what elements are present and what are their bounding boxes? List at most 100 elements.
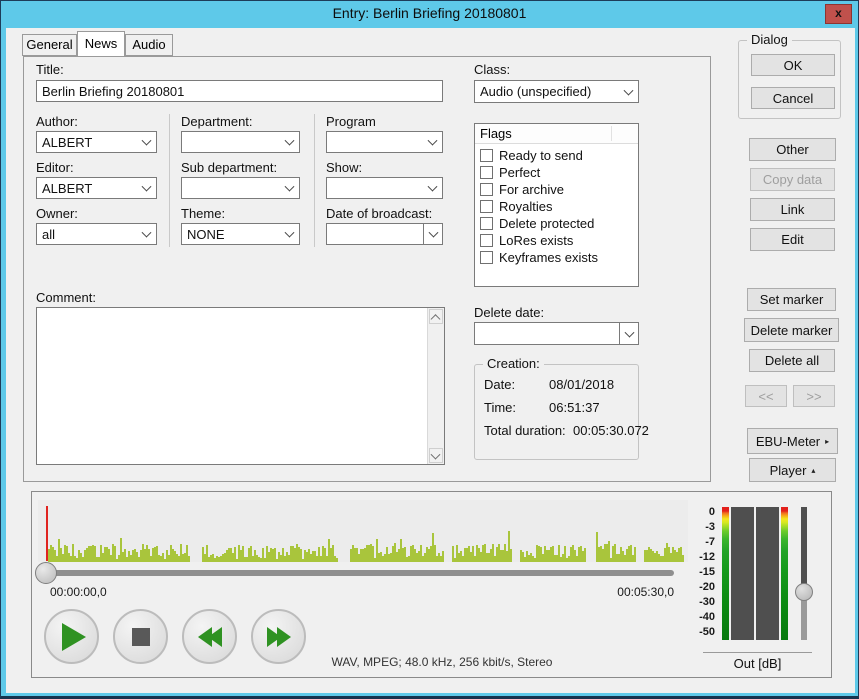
owner-select[interactable]: all: [36, 223, 157, 245]
chevron-down-icon: [142, 182, 152, 192]
tab-audio-label: Audio: [132, 37, 165, 52]
scroll-up-button[interactable]: [429, 309, 443, 324]
flag-checkbox[interactable]: [480, 166, 493, 179]
flag-label: Royalties: [499, 199, 552, 214]
meter-scale-label: -12: [693, 551, 715, 563]
sub-department-label: Sub department:: [181, 160, 277, 175]
department-select[interactable]: [181, 131, 300, 153]
show-select[interactable]: [326, 177, 443, 199]
theme-select[interactable]: NONE: [181, 223, 300, 245]
editor-select[interactable]: ALBERT: [36, 177, 157, 199]
out-separator: [703, 652, 812, 653]
title-value: Berlin Briefing 20180801: [42, 84, 184, 99]
meter-scale-label: -50: [693, 626, 715, 638]
column-divider: [314, 114, 315, 247]
set-marker-button[interactable]: Set marker: [747, 288, 836, 311]
play-icon: [62, 623, 86, 651]
flag-row[interactable]: Keyframes exists: [475, 249, 638, 266]
flag-checkbox[interactable]: [480, 200, 493, 213]
dialog-client-area: General News Audio Title: Berlin Briefin…: [6, 28, 855, 693]
flag-checkbox[interactable]: [480, 251, 493, 264]
chevron-down-icon: [431, 449, 441, 459]
ok-button[interactable]: OK: [751, 54, 835, 76]
flag-checkbox[interactable]: [480, 149, 493, 162]
tab-general-label: General: [26, 37, 72, 52]
flag-row[interactable]: LoRes exists: [475, 232, 638, 249]
other-button[interactable]: Other: [749, 138, 836, 161]
flag-checkbox[interactable]: [480, 183, 493, 196]
title-bar[interactable]: Entry: Berlin Briefing 20180801 x: [1, 1, 858, 27]
volume-slider-thumb[interactable]: [795, 583, 813, 601]
link-button[interactable]: Link: [750, 198, 835, 221]
theme-value: NONE: [187, 227, 225, 242]
meter-gradient-strip: [722, 507, 729, 640]
editor-value: ALBERT: [42, 181, 92, 196]
class-select[interactable]: Audio (unspecified): [474, 80, 639, 103]
flags-header[interactable]: Flags: [475, 124, 638, 144]
comment-scrollbar[interactable]: [427, 308, 444, 464]
copy-data-button[interactable]: Copy data: [750, 168, 835, 191]
flag-row[interactable]: For archive: [475, 181, 638, 198]
program-label: Program: [326, 114, 376, 129]
creation-group-label: Creation:: [483, 356, 544, 371]
creation-time-value: 06:51:37: [549, 400, 600, 415]
stop-button[interactable]: [113, 609, 168, 664]
show-label: Show:: [326, 160, 362, 175]
chevron-down-icon: [142, 136, 152, 146]
next-marker-button[interactable]: >>: [793, 385, 835, 407]
tab-news[interactable]: News: [77, 31, 125, 57]
flag-checkbox[interactable]: [480, 234, 493, 247]
flag-row[interactable]: Royalties: [475, 198, 638, 215]
comment-textarea[interactable]: [36, 307, 445, 465]
creation-date-label: Date:: [484, 377, 515, 392]
triangle-up-icon: ▴: [811, 466, 815, 475]
delete-date-label: Delete date:: [474, 305, 544, 320]
tab-audio[interactable]: Audio: [125, 34, 173, 56]
player-panel: 00:00:00,0 00:05:30,0 WAV, MPEG; 48.0 kH…: [31, 491, 832, 678]
rewind-button[interactable]: [182, 609, 237, 664]
chevron-down-icon: [142, 228, 152, 238]
program-select[interactable]: [326, 131, 443, 153]
title-label: Title:: [36, 62, 64, 77]
edit-button[interactable]: Edit: [750, 228, 835, 251]
flag-row[interactable]: Ready to send: [475, 147, 638, 164]
volume-slider-track[interactable]: [801, 507, 807, 592]
delete-date-input[interactable]: [474, 322, 639, 345]
seek-slider-thumb[interactable]: [35, 562, 57, 584]
delete-marker-button[interactable]: Delete marker: [744, 318, 839, 342]
department-label: Department:: [181, 114, 253, 129]
title-input[interactable]: Berlin Briefing 20180801: [36, 80, 443, 102]
player-button-label: Player: [770, 463, 807, 478]
chevron-down-icon: [285, 136, 295, 146]
time-total: 00:05:30,0: [594, 585, 674, 599]
cancel-button[interactable]: Cancel: [751, 87, 835, 109]
waveform[interactable]: [38, 500, 688, 562]
meter-level-bar-right: [756, 507, 779, 640]
close-button[interactable]: x: [825, 4, 852, 24]
play-button[interactable]: [44, 609, 99, 664]
comment-label: Comment:: [36, 290, 96, 305]
scroll-down-button[interactable]: [429, 448, 443, 463]
ebu-meter-button[interactable]: EBU-Meter ▸: [747, 428, 838, 454]
dialog-group-label: Dialog: [747, 32, 792, 47]
meter-gradient-strip: [781, 507, 788, 640]
delete-date-dropdown-button[interactable]: [619, 323, 638, 344]
author-select[interactable]: ALBERT: [36, 131, 157, 153]
editor-label: Editor:: [36, 160, 74, 175]
delete-all-button[interactable]: Delete all: [749, 349, 835, 372]
format-info: WAV, MPEG; 48.0 kHz, 256 kbit/s, Stereo: [292, 655, 592, 669]
dialog-window: Entry: Berlin Briefing 20180801 x Genera…: [0, 0, 859, 699]
date-of-broadcast-dropdown-button[interactable]: [423, 224, 442, 244]
date-of-broadcast-input[interactable]: [326, 223, 443, 245]
seek-slider-track[interactable]: [40, 570, 674, 576]
out-db-label: Out [dB]: [703, 656, 812, 671]
tab-general[interactable]: General: [22, 34, 77, 56]
flag-row[interactable]: Perfect: [475, 164, 638, 181]
flag-checkbox[interactable]: [480, 217, 493, 230]
player-button[interactable]: Player ▴: [749, 458, 836, 482]
flag-row[interactable]: Delete protected: [475, 215, 638, 232]
previous-marker-button[interactable]: <<: [745, 385, 787, 407]
meter-scale-label: 0: [693, 506, 715, 518]
sub-department-select[interactable]: [181, 177, 300, 199]
meter-scale-label: -3: [693, 521, 715, 533]
